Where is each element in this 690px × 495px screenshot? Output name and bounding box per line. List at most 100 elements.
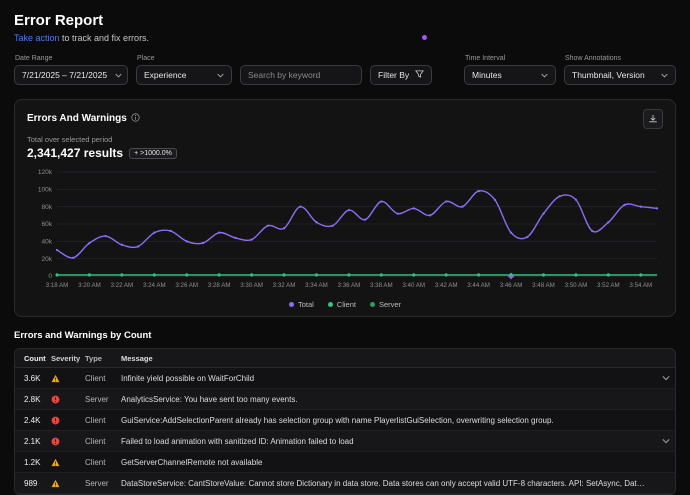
expand-chevron-icon[interactable] bbox=[657, 375, 675, 381]
filter-by-button[interactable]: Filter By bbox=[370, 65, 432, 85]
filter-by-field: Filter By bbox=[370, 65, 432, 85]
total-value: 2,341,427 results bbox=[27, 146, 123, 160]
chevron-down-icon bbox=[661, 70, 668, 80]
table-header: CountSeverityTypeMessage bbox=[15, 349, 675, 368]
table-body: 3.6KClientInfinite yield possible on Wai… bbox=[15, 368, 675, 494]
date-range-select[interactable]: 7/21/2025 – 7/21/2025 bbox=[14, 65, 128, 85]
row-severity bbox=[51, 479, 85, 488]
errors-warnings-chart: 020k40k60k80k100k120k3:18 AM3:20 AM3:22 … bbox=[27, 166, 663, 294]
legend-dot-server bbox=[370, 302, 375, 307]
time-interval-field: Time Interval Minutes bbox=[464, 55, 556, 85]
filter-by-label: Filter By bbox=[378, 70, 409, 80]
svg-text:3:30 AM: 3:30 AM bbox=[240, 282, 263, 289]
page-subtitle: Take action to track and fix errors. bbox=[14, 33, 676, 43]
row-severity bbox=[51, 374, 85, 383]
row-type: Client bbox=[85, 458, 121, 467]
chevron-down-icon bbox=[217, 70, 224, 80]
expand-chevron-icon[interactable] bbox=[657, 438, 675, 444]
place-select[interactable]: Experience bbox=[136, 65, 232, 85]
column-header-count: Count bbox=[15, 354, 51, 363]
download-icon bbox=[648, 112, 658, 127]
subtitle-text: to track and fix errors. bbox=[60, 33, 150, 43]
card-title: Errors And Warnings bbox=[27, 113, 127, 124]
svg-text:20k: 20k bbox=[42, 256, 53, 263]
row-message: GetServerChannelRemote not available bbox=[121, 458, 657, 467]
table-row: 989ServerDataStoreService: CantStoreValu… bbox=[15, 473, 675, 494]
svg-text:3:28 AM: 3:28 AM bbox=[208, 282, 231, 289]
row-type: Server bbox=[85, 395, 121, 404]
info-icon[interactable] bbox=[131, 109, 140, 127]
legend-item-client[interactable]: Client bbox=[328, 300, 356, 309]
cursor-dot bbox=[422, 35, 427, 40]
date-range-field: Date Range 7/21/2025 – 7/21/2025 bbox=[14, 55, 128, 85]
error-icon bbox=[51, 437, 60, 446]
total-label: Total over selected period bbox=[27, 135, 663, 144]
row-count: 3.6K bbox=[15, 374, 51, 383]
row-message: DataStoreService: CantStoreValue: Cannot… bbox=[121, 479, 657, 488]
row-message: GuiService:AddSelectionParent already ha… bbox=[121, 416, 657, 425]
table-row: 2.4K ClientGuiService:AddSelectionParent … bbox=[15, 410, 675, 431]
svg-text:3:34 AM: 3:34 AM bbox=[305, 282, 328, 289]
row-severity bbox=[51, 416, 85, 425]
row-count: 989 bbox=[15, 479, 51, 488]
chart-legend: Total Client Server bbox=[27, 300, 663, 309]
table-row: 2.8K ServerAnalyticsService: You have sen… bbox=[15, 389, 675, 410]
page-title: Error Report bbox=[14, 12, 676, 29]
filter-bar-right: Time Interval Minutes Show Annotations T… bbox=[464, 55, 676, 85]
legend-item-total[interactable]: Total bbox=[289, 300, 314, 309]
svg-text:0: 0 bbox=[48, 273, 52, 280]
row-type: Client bbox=[85, 416, 121, 425]
svg-text:40k: 40k bbox=[42, 239, 53, 246]
funnel-icon bbox=[415, 70, 424, 80]
svg-text:3:20 AM: 3:20 AM bbox=[78, 282, 101, 289]
table-row[interactable]: 3.6K ClientInfinite yield possible on Wai… bbox=[15, 368, 675, 389]
row-severity bbox=[51, 395, 85, 404]
row-count: 2.8K bbox=[15, 395, 51, 404]
svg-text:3:46 AM: 3:46 AM bbox=[500, 282, 523, 289]
errors-warnings-card: Errors And Warnings Total over selected … bbox=[14, 99, 676, 317]
table-section: Errors and Warnings by Count CountSeveri… bbox=[14, 330, 676, 495]
svg-text:80k: 80k bbox=[42, 204, 53, 211]
search-input[interactable] bbox=[240, 65, 362, 85]
svg-text:3:32 AM: 3:32 AM bbox=[273, 282, 296, 289]
show-annotations-field: Show Annotations Thumbnail, Version bbox=[564, 55, 676, 85]
take-action-link[interactable]: Take action bbox=[14, 33, 60, 43]
table-row: 1.2KClientGetServerChannelRemote not ava… bbox=[15, 452, 675, 473]
svg-text:3:52 AM: 3:52 AM bbox=[597, 282, 620, 289]
search-field bbox=[240, 65, 362, 85]
warning-icon bbox=[51, 374, 60, 383]
svg-text:3:48 AM: 3:48 AM bbox=[532, 282, 555, 289]
warning-icon bbox=[51, 479, 60, 488]
row-message: AnalyticsService: You have sent too many… bbox=[121, 395, 657, 404]
time-interval-value: Minutes bbox=[472, 70, 502, 80]
show-annotations-select[interactable]: Thumbnail, Version bbox=[564, 65, 676, 85]
column-header-severity: Severity bbox=[51, 354, 85, 363]
time-interval-label: Time Interval bbox=[465, 55, 556, 62]
legend-label: Client bbox=[337, 300, 356, 309]
svg-text:3:40 AM: 3:40 AM bbox=[402, 282, 425, 289]
row-severity bbox=[51, 437, 85, 446]
time-interval-select[interactable]: Minutes bbox=[464, 65, 556, 85]
chevron-down-icon bbox=[115, 70, 122, 80]
svg-text:120k: 120k bbox=[38, 169, 53, 176]
svg-text:3:24 AM: 3:24 AM bbox=[143, 282, 166, 289]
row-count: 2.4K bbox=[15, 416, 51, 425]
chevron-down-icon bbox=[541, 70, 548, 80]
errors-table: CountSeverityTypeMessage 3.6KClientInfin… bbox=[14, 348, 676, 495]
row-type: Client bbox=[85, 374, 121, 383]
show-annotations-value: Thumbnail, Version bbox=[572, 70, 645, 80]
svg-text:3:36 AM: 3:36 AM bbox=[338, 282, 361, 289]
table-title: Errors and Warnings by Count bbox=[14, 330, 676, 341]
date-range-label: Date Range bbox=[15, 55, 128, 62]
svg-text:3:18 AM: 3:18 AM bbox=[46, 282, 69, 289]
svg-text:100k: 100k bbox=[38, 187, 53, 194]
place-value: Experience bbox=[144, 70, 187, 80]
row-message: Infinite yield possible on WaitForChild bbox=[121, 374, 657, 383]
error-icon bbox=[51, 416, 60, 425]
legend-label: Server bbox=[379, 300, 401, 309]
download-button[interactable] bbox=[643, 109, 663, 129]
legend-item-server[interactable]: Server bbox=[370, 300, 401, 309]
legend-label: Total bbox=[298, 300, 314, 309]
table-row[interactable]: 2.1KClientFailed to load animation with … bbox=[15, 431, 675, 452]
svg-text:3:44 AM: 3:44 AM bbox=[467, 282, 490, 289]
